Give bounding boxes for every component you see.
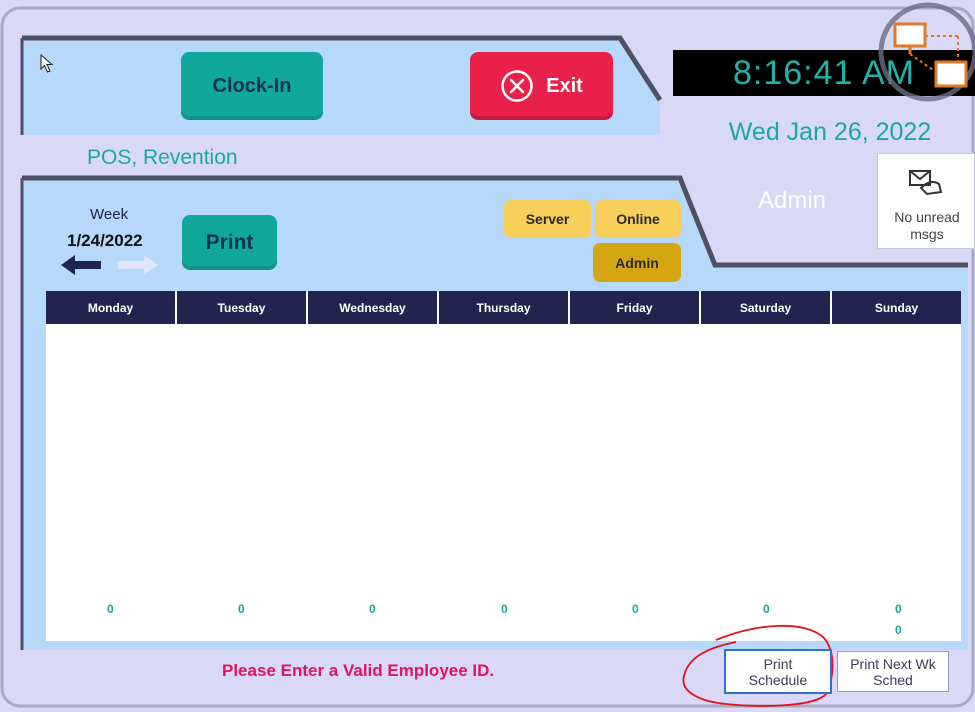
day-header-thursday[interactable]: Thursday [439,291,570,324]
print-next-week-button[interactable]: Print Next Wk Sched [837,651,949,692]
cursor-arrow-icon [40,54,54,73]
clock-in-button[interactable]: Clock-In [181,52,323,120]
exit-circle-x-icon [501,70,533,102]
day-header-saturday[interactable]: Saturday [701,291,832,324]
filter-admin-label: Admin [615,254,659,271]
day-count-sunday-extra: 0 [895,623,902,637]
day-count-saturday: 0 [763,602,770,616]
week-caption: Week [90,206,129,223]
day-count-tuesday: 0 [238,602,245,616]
day-header-monday[interactable]: Monday [46,291,177,324]
clock-in-label: Clock-In [212,74,292,97]
schedule-header-row: Monday Tuesday Wednesday Thursday Friday… [46,291,961,324]
status-message: Please Enter a Valid Employee ID. [222,661,495,680]
day-header-tuesday[interactable]: Tuesday [177,291,308,324]
arrow-left-icon[interactable] [59,253,103,277]
day-header-sunday[interactable]: Sunday [832,291,961,324]
location-label: POS, Revention [87,146,238,169]
print-next-week-label: Print Next Wk Sched [850,655,936,688]
print-week-button[interactable]: Print [182,215,277,270]
current-date: Wed Jan 26, 2022 [728,118,932,146]
day-count-sunday: 0 [895,602,902,616]
print-schedule-label: Print Schedule [748,655,808,688]
day-header-wednesday[interactable]: Wednesday [308,291,439,324]
day-count-wednesday: 0 [369,602,376,616]
user-role-label: Admin [757,187,827,214]
day-header-friday[interactable]: Friday [570,291,701,324]
messages-box[interactable]: No unread msgs [877,153,975,249]
day-count-thursday: 0 [501,602,508,616]
print-week-label: Print [205,230,254,254]
exit-label: Exit [546,74,583,97]
messages-label: No unread msgs [894,209,960,242]
hand-envelope-icon [909,170,943,196]
arrow-right-icon[interactable] [116,253,160,277]
network-computers-icon[interactable] [868,0,975,104]
schedule-grid: Monday Tuesday Wednesday Thursday Friday… [46,291,961,641]
week-date: 1/24/2022 [67,231,143,250]
filter-online-label: Online [616,211,660,227]
day-count-friday: 0 [632,602,639,616]
filter-online-chip[interactable]: Online [595,200,681,238]
filter-server-chip[interactable]: Server [504,200,591,238]
filter-server-label: Server [525,211,570,227]
filter-admin-chip[interactable]: Admin [593,243,681,282]
print-schedule-button[interactable]: Print Schedule [724,649,832,694]
exit-button[interactable]: Exit [470,52,613,120]
day-count-monday: 0 [107,602,114,616]
